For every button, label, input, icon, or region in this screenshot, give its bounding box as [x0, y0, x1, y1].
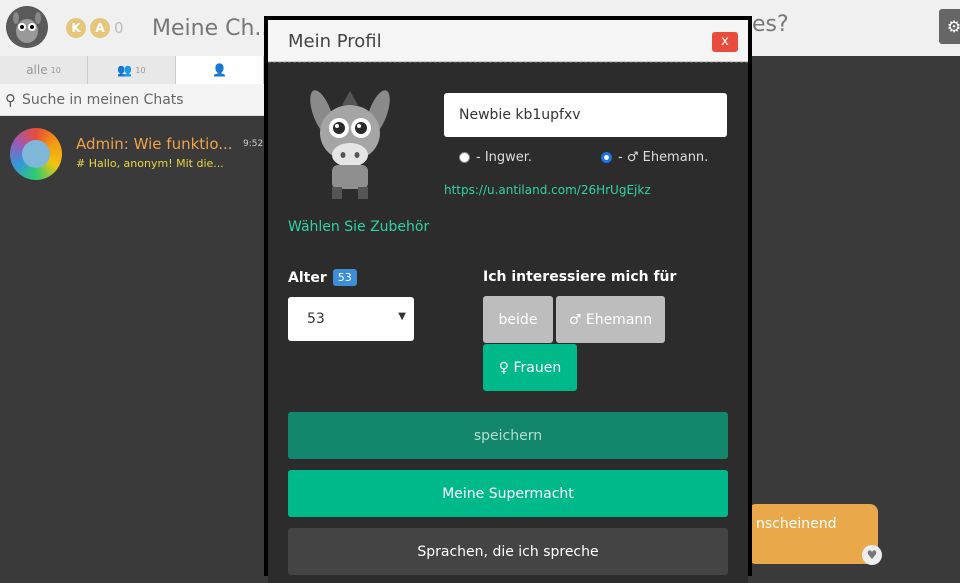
tab-groups-count: 10: [135, 65, 146, 75]
donkey-avatar[interactable]: [302, 83, 398, 203]
nickname-input[interactable]: [444, 93, 727, 137]
age-label: Alter 53: [288, 269, 357, 286]
chat-search[interactable]: ⚲ Suche in meinen Chats: [0, 84, 264, 116]
coin-count: 0: [114, 19, 124, 37]
heart-icon[interactable]: ♥: [862, 545, 882, 565]
a-coin-icon: A: [90, 18, 110, 38]
interest-husband-button[interactable]: ♂ Ehemann: [556, 296, 665, 343]
search-input[interactable]: Suche in meinen Chats: [22, 92, 184, 108]
profile-url-link[interactable]: https://u.antiland.com/26HrUgEjkz: [444, 183, 651, 197]
radio-ginger[interactable]: [459, 152, 470, 163]
list-item[interactable]: Admin: Wie funktio... # Hallo, anonym! M…: [0, 116, 264, 186]
age-select-value: 53: [307, 311, 325, 327]
save-button[interactable]: speichern: [288, 412, 728, 459]
chat-time: 9:52: [243, 139, 264, 149]
coin-balance[interactable]: K A 0: [66, 18, 124, 38]
age-label-text: Alter: [288, 269, 327, 286]
modal-body: Wählen Sie Zubehör - Ingwer. - ♂ Ehemann…: [268, 62, 748, 583]
interest-both-button[interactable]: beide: [483, 296, 553, 343]
radio-ginger-label: - Ingwer.: [476, 150, 533, 165]
tab-groups[interactable]: 👥 10: [88, 56, 176, 84]
chat-avatar: [10, 128, 62, 180]
choose-accessories-link[interactable]: Wählen Sie Zubehör: [288, 219, 429, 235]
close-button[interactable]: x: [712, 32, 738, 52]
modal-header: Mein Profil x: [268, 20, 748, 62]
superpower-button[interactable]: Meine Supermacht: [288, 470, 728, 517]
profile-modal: Mein Profil x Wählen Sie Zubehör - Ingwe…: [264, 16, 752, 583]
page-title: Meine Ch...: [152, 16, 276, 41]
message-bubble: nscheinend: [748, 504, 878, 564]
message-text: nscheinend: [756, 516, 837, 532]
chat-panel-title: es?: [752, 12, 789, 37]
search-icon: ⚲: [5, 90, 16, 109]
gender-option-husband[interactable]: - ♂ Ehemann.: [601, 150, 708, 165]
tab-all-count: 10: [50, 65, 61, 75]
radio-husband[interactable]: [601, 152, 612, 163]
radio-husband-label: - ♂ Ehemann.: [618, 150, 709, 165]
chat-preview: # Hallo, anonym! Mit die...: [76, 157, 224, 170]
modal-title: Mein Profil: [288, 31, 382, 52]
chat-tabs: alle 10 👥 10 👤: [0, 56, 264, 84]
gender-option-ginger[interactable]: - Ingwer.: [459, 150, 532, 165]
age-select[interactable]: 53 ▼: [288, 297, 414, 341]
interest-label: Ich interessiere mich für: [483, 269, 677, 285]
settings-button[interactable]: ⚙: [939, 9, 960, 44]
chat-name: Admin: Wie funktio...: [76, 135, 233, 153]
tab-all[interactable]: alle 10: [0, 56, 88, 84]
languages-button[interactable]: Sprachen, die ich spreche: [288, 528, 728, 575]
private-chat-icon: 👤: [212, 63, 227, 77]
k-coin-icon: K: [66, 18, 86, 38]
group-icon: 👥: [117, 63, 133, 77]
interest-women-button[interactable]: ♀ Frauen: [483, 344, 577, 391]
tab-private[interactable]: 👤: [176, 56, 264, 84]
user-avatar[interactable]: [6, 6, 48, 48]
tab-all-label: alle: [26, 63, 48, 77]
gear-icon: ⚙: [946, 17, 960, 36]
age-badge: 53: [332, 269, 357, 286]
chevron-down-icon: ▼: [398, 311, 406, 322]
